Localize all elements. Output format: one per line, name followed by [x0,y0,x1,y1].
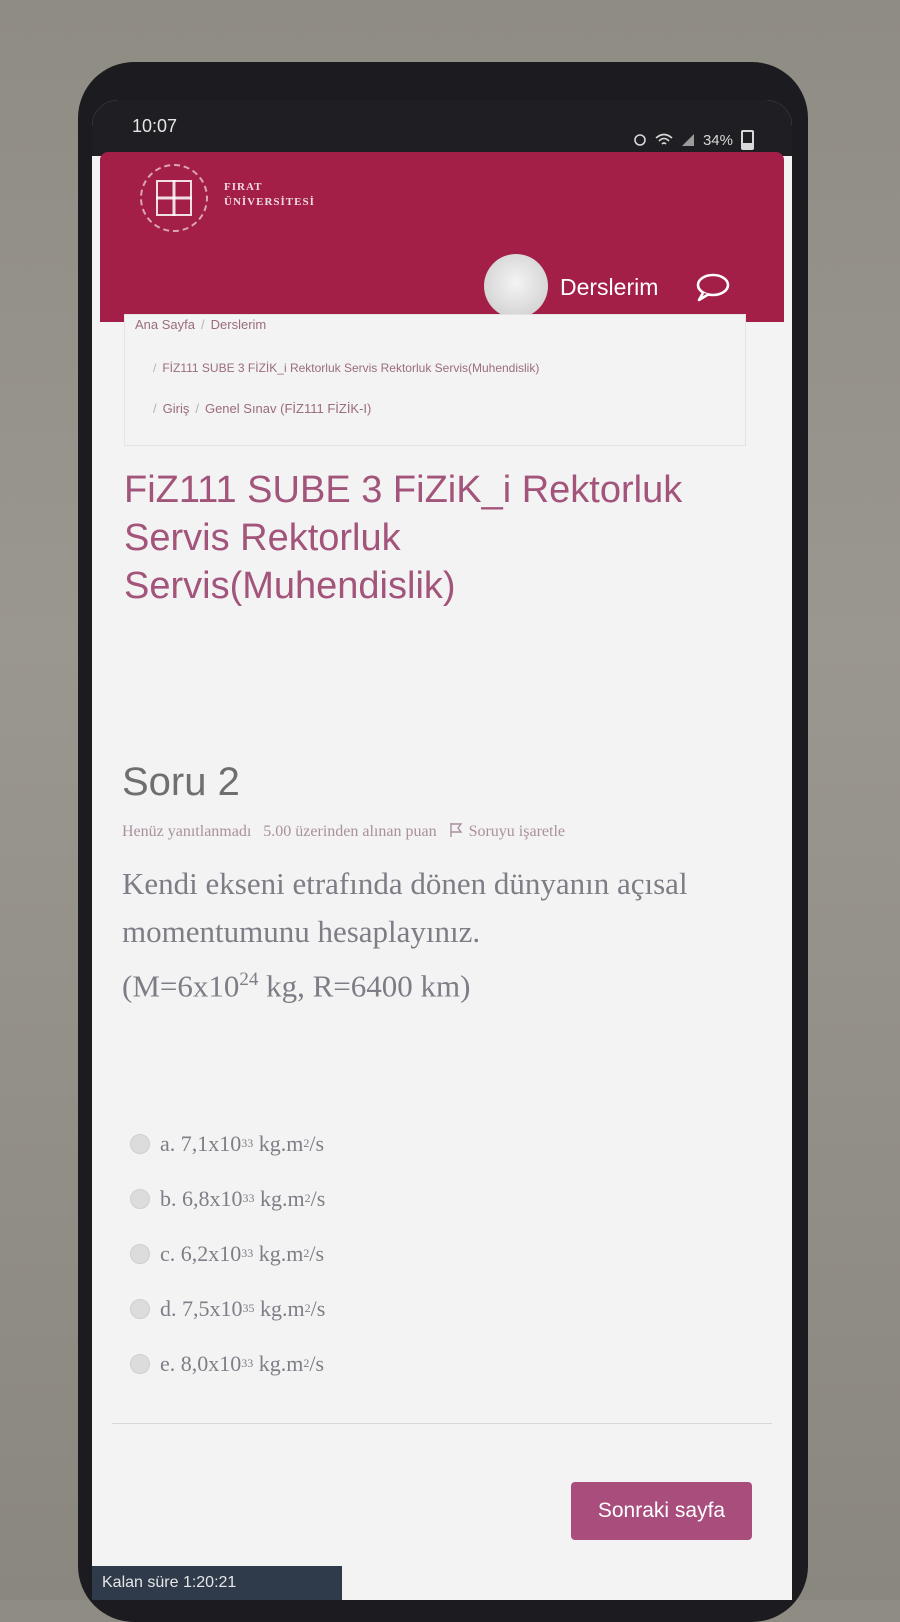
option-letter: b. [160,1185,177,1211]
option-mantissa: 6,8x10 [182,1185,243,1211]
question-title: Soru 2 [122,760,240,804]
nav-courses-link[interactable]: Derslerim [560,274,658,301]
radio-button[interactable] [130,1298,150,1319]
chat-bubble-icon[interactable] [694,272,730,302]
answer-option-a[interactable]: a. 7,1x10 33 kg.m 2/s [130,1116,325,1171]
breadcrumb: Ana Sayfa / Derslerim / FİZ111 SUBE 3 FİZİK… [124,314,746,446]
flag-question-button[interactable]: Soruyu işaretle [441,823,565,840]
alarm-icon [634,134,646,146]
answer-option-c[interactable]: c. 6,2x10 33 kg.m 2/s [130,1226,325,1281]
option-unit-tail: /s [309,1130,325,1156]
signal-icon [681,134,694,146]
breadcrumb-course[interactable]: FİZ111 SUBE 3 FİZİK_i Rektorluk Servis R… [162,361,539,375]
battery-icon [741,130,754,150]
option-unit-tail: /s [309,1240,325,1266]
question-given-prefix: (M=6x10 [122,968,240,1004]
battery-percent: 34% [702,131,733,149]
breadcrumb-separator: / [195,401,199,416]
option-unit-tail: /s [309,1350,325,1376]
question-text-line1: Kendi ekseni etrafında dönen dünyanın aç… [122,866,688,949]
option-letter: a. [160,1130,176,1156]
university-logo-text[interactable]: FIRAT ÜNİVERSİTESİ [224,180,315,210]
breadcrumb-separator: / [153,361,157,375]
radio-button[interactable] [130,1133,150,1154]
option-unit: kg.m [258,1240,304,1266]
option-mantissa: 6,2x10 [180,1240,242,1266]
option-letter: e. [160,1350,176,1376]
flag-question-label: Soruyu işaretle [468,823,565,840]
question-given-exp: 24 [239,969,259,990]
status-time: 10:07 [132,116,178,136]
logo-line-2: ÜNİVERSİTESİ [224,196,315,208]
logo-line-1: FIRAT [224,181,263,193]
question-given-suffix: kg, R=6400 km) [258,968,471,1004]
option-exp: 33 [241,1356,254,1370]
university-logo-icon[interactable] [140,164,208,232]
option-exp: 33 [241,1136,254,1150]
radio-button[interactable] [130,1353,150,1374]
question-info: Henüz yanıtlanmadı 5.00 üzerinden alınan… [122,822,565,841]
option-unit: kg.m [260,1295,305,1321]
radio-button[interactable] [130,1243,150,1264]
option-unit: kg.m [258,1350,304,1376]
option-letter: d. [160,1295,177,1321]
answer-option-d[interactable]: d. 7,5x10 35 kg.m 2/s [130,1281,325,1336]
divider [112,1423,772,1424]
question-text: Kendi ekseni etrafında dönen dünyanın aç… [122,860,742,1010]
answer-option-e[interactable]: e. 8,0x10 33 kg.m 2/s [130,1336,325,1391]
breadcrumb-separator: / [201,317,205,332]
status-right: 34% [633,130,754,150]
option-exp: 33 [241,1246,254,1260]
breadcrumb-home[interactable]: Ana Sayfa [135,317,195,332]
option-letter: c. [160,1240,176,1266]
option-mantissa: 8,0x10 [180,1350,242,1376]
option-unit: kg.m [260,1185,305,1211]
option-exp: 35 [242,1301,255,1315]
option-mantissa: 7,5x10 [182,1295,243,1321]
breadcrumb-exam[interactable]: Genel Sınav (FİZ111 FİZİK-I) [205,401,371,416]
site-header: FIRAT ÜNİVERSİTESİ Derslerim [100,152,784,322]
breadcrumb-intro[interactable]: Giriş [163,401,190,416]
next-page-button[interactable]: Sonraki sayfa [571,1482,752,1540]
question-status: Henüz yanıtlanmadı [122,823,252,840]
radio-button[interactable] [130,1188,150,1209]
breadcrumb-courses[interactable]: Derslerim [211,317,267,332]
wifi-icon [655,133,673,145]
answer-option-b[interactable]: b. 6,8x10 33 kg.m 2/s [130,1171,325,1226]
quiz-timer: Kalan süre 1:20:21 [92,1566,342,1600]
option-unit-tail: /s [310,1295,326,1321]
flag-icon [449,823,462,837]
screen: 10:07 34% FIRAT ÜNİVERSİTESİ Derslerim A… [92,100,792,1600]
option-mantissa: 7,1x10 [180,1130,242,1156]
answer-options: a. 7,1x10 33 kg.m 2/s b. 6,8x10 33 kg.m 2/s … [130,1116,325,1391]
course-title: FiZ111 SUBE 3 FiZiK_i Rektorluk Servis R… [124,469,683,607]
question-points: 5.00 üzerinden alınan puan [263,823,437,840]
option-unit-tail: /s [310,1185,326,1211]
status-bar: 10:07 34% [92,100,792,156]
user-avatar[interactable] [484,254,548,318]
breadcrumb-separator: / [153,401,157,416]
option-exp: 33 [242,1191,255,1205]
option-unit: kg.m [258,1130,304,1156]
